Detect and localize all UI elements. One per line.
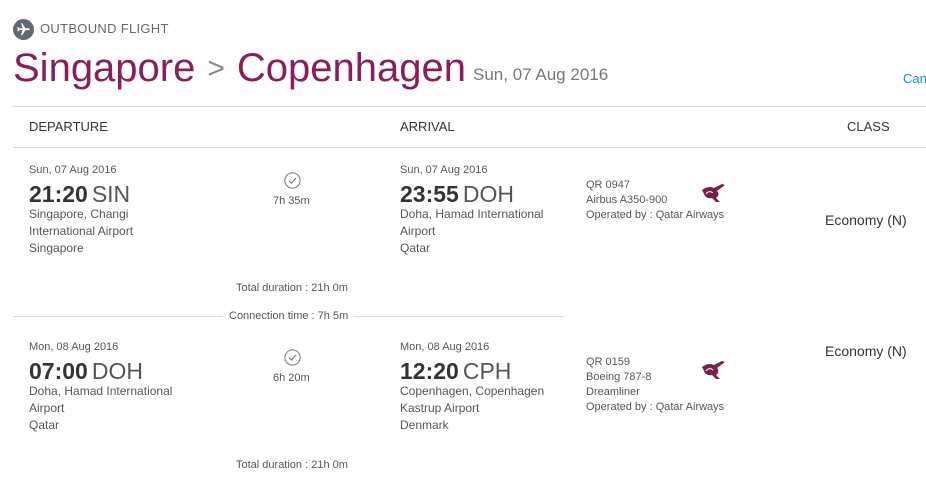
arrival-time-row: 23:55 DOH (400, 181, 514, 208)
aircraft-name: Dreamliner (586, 386, 640, 398)
departure-date: Mon, 08 Aug 2016 (29, 341, 119, 353)
header-bottom-divider (13, 147, 926, 148)
departure-time: 07:00 (29, 358, 88, 384)
departure-time-row: 21:20 SIN (29, 181, 130, 208)
clock-icon (284, 349, 301, 366)
connection-time: Connection time : 7h 5m (223, 310, 355, 322)
qatar-airways-logo (702, 361, 725, 379)
total-duration: Total duration : 21h 0m (236, 282, 348, 294)
departure-airport: Doha, Hamad International Airport Qatar (29, 384, 173, 432)
departure-time: 21:20 (29, 181, 88, 207)
departure-time-row: 07:00 DOH (29, 358, 143, 385)
arrival-time: 23:55 (400, 181, 459, 207)
arrival-date: Sun, 07 Aug 2016 (400, 164, 488, 176)
destination-city: Copenhagen (236, 46, 467, 90)
arrival-airport: Doha, Hamad International Airport Qatar (400, 207, 544, 255)
arrival-airport: Copenhagen, Copenhagen Kastrup Airport D… (400, 384, 545, 432)
route-date: Sun, 07 Aug 2016 (473, 65, 609, 84)
departure-airport-code: SIN (91, 181, 131, 207)
segment-duration: 6h 20m (273, 372, 310, 384)
arrival-date: Mon, 08 Aug 2016 (400, 341, 490, 353)
operated-by: Operated by : Qatar Airways (586, 401, 725, 413)
total-duration: Total duration : 21h 0m (236, 459, 348, 471)
origin-city: Singapore (13, 46, 196, 90)
route-separator: > (207, 52, 225, 85)
departure-airport-code: DOH (91, 358, 143, 384)
segment-duration: 7h 35m (273, 195, 310, 207)
clock-icon (284, 172, 301, 189)
arrival-time: 12:20 (400, 358, 459, 384)
header-top-divider (13, 106, 926, 107)
arrival-airport-code: DOH (462, 181, 514, 207)
qatar-airways-logo (702, 184, 725, 202)
cabin-class: Economy (N) (825, 212, 907, 228)
departure-date: Sun, 07 Aug 2016 (29, 164, 117, 176)
column-departure: DEPARTURE (29, 119, 108, 134)
departure-airport: Singapore, Changi International Airport … (29, 207, 134, 255)
airplane-icon (13, 19, 34, 40)
arrival-airport-code: CPH (462, 358, 512, 384)
column-arrival: ARRIVAL (400, 119, 455, 134)
route-title: Singapore > Copenhagen (13, 45, 466, 95)
cabin-class: Economy (N) (825, 343, 907, 359)
column-class: CLASS (847, 119, 890, 134)
cancel-link[interactable]: Canc (903, 71, 926, 86)
operated-by: Operated by : Qatar Airways (586, 209, 725, 221)
arrival-time-row: 12:20 CPH (400, 358, 511, 385)
section-label: OUTBOUND FLIGHT (40, 21, 169, 36)
